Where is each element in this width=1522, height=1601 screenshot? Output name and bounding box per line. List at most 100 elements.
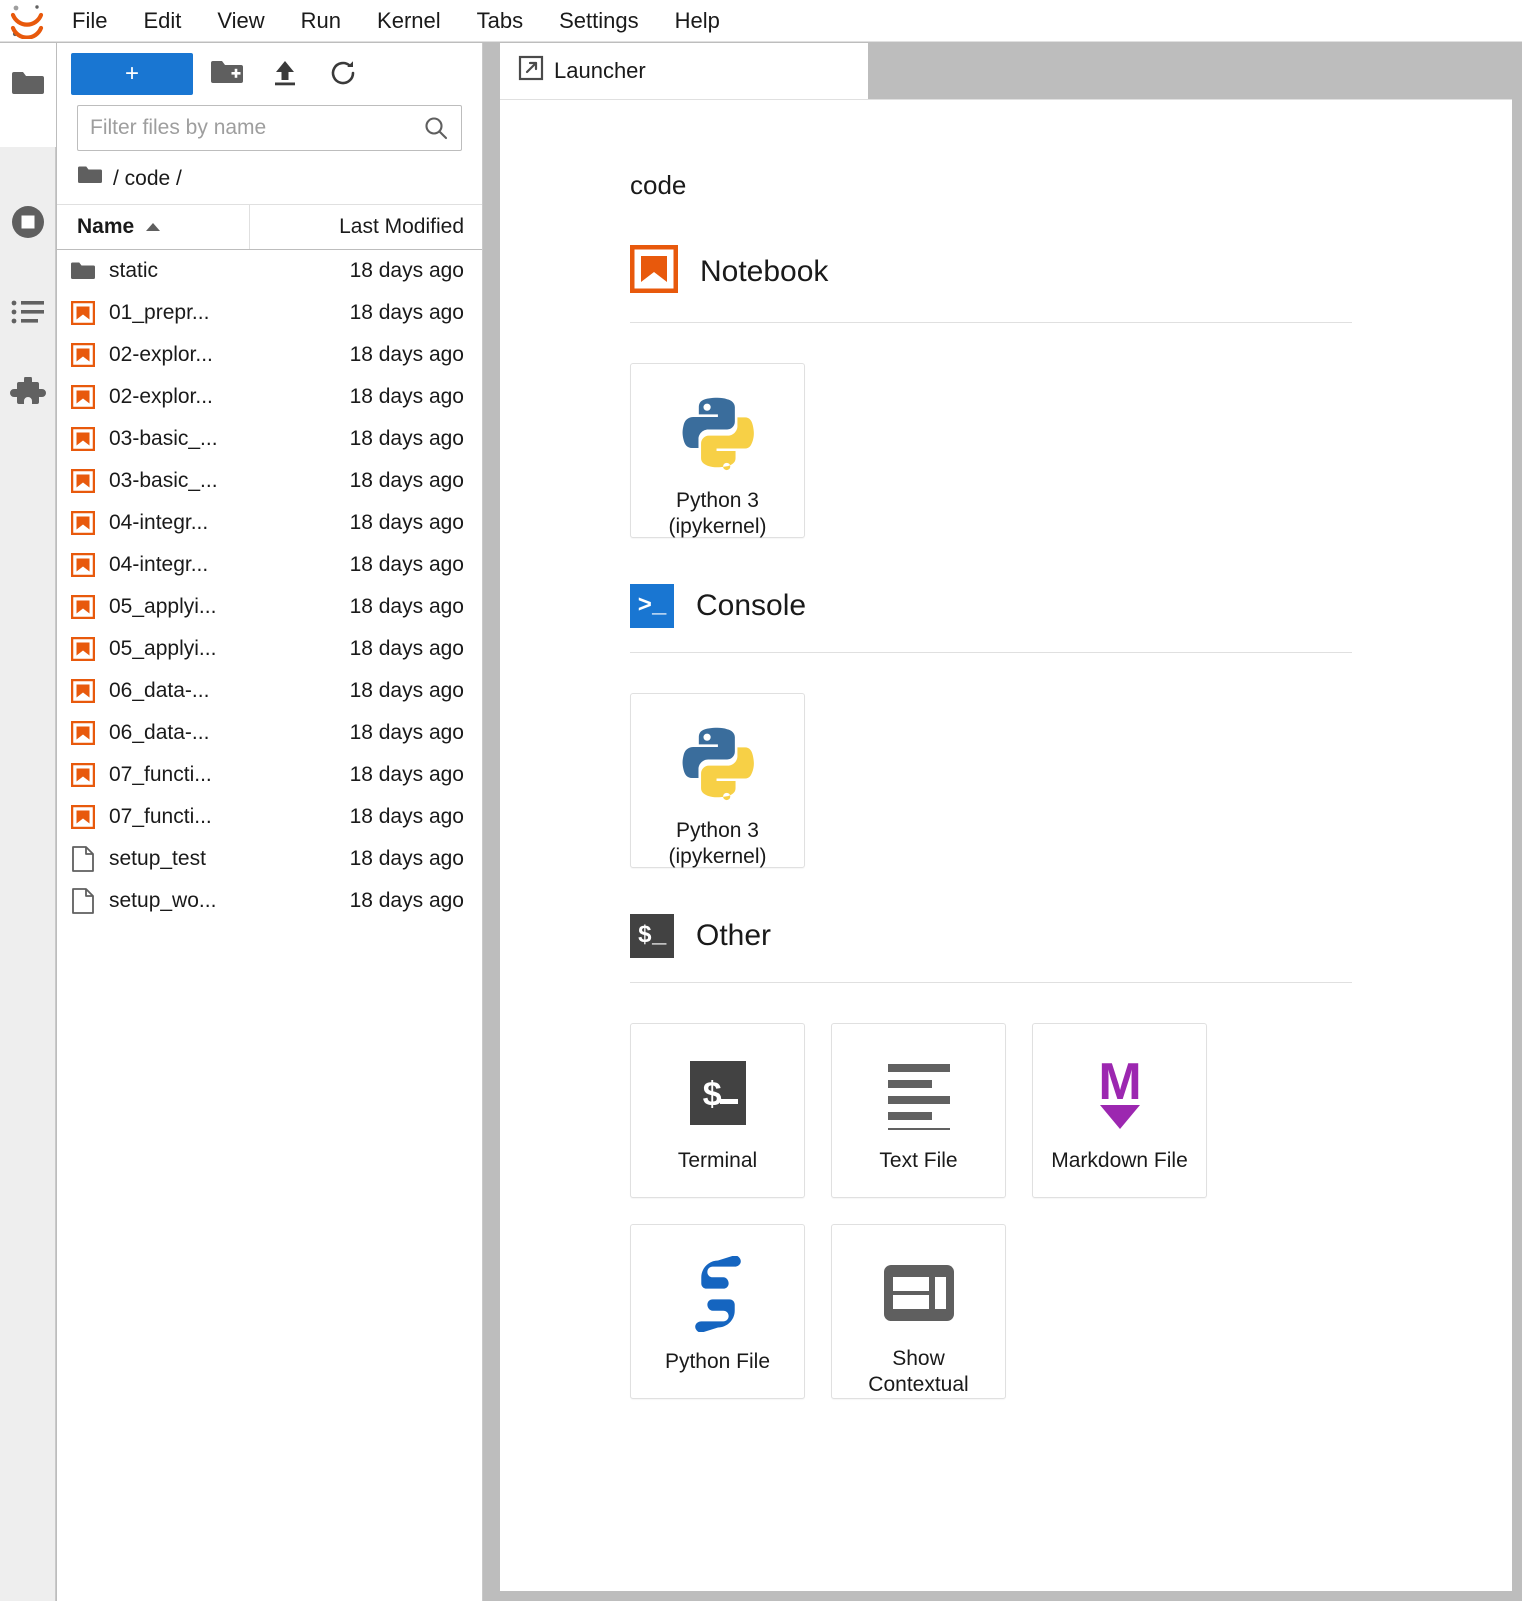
sidebar-item-running-terminals[interactable] bbox=[0, 193, 56, 255]
new-launcher-button[interactable]: + bbox=[71, 53, 193, 95]
folder-icon bbox=[77, 165, 103, 192]
menu-item-run[interactable]: Run bbox=[283, 4, 359, 38]
launcher-card-label: Text File bbox=[879, 1149, 958, 1172]
upload-files-button[interactable] bbox=[261, 53, 309, 95]
file-last-modified: 18 days ago bbox=[349, 553, 464, 576]
notebook-icon bbox=[57, 679, 109, 703]
notebook-icon bbox=[57, 805, 109, 829]
file-name: 03-basic_... bbox=[109, 469, 218, 492]
tab-launcher-label: Launcher bbox=[554, 58, 646, 83]
svg-text:M: M bbox=[1098, 1053, 1141, 1111]
launcher-panel: code Notebook Python 3 (ipykernel) >_ Co… bbox=[500, 99, 1512, 1591]
launcher-card-show-contextual[interactable]: Show Contextual bbox=[831, 1224, 1006, 1399]
file-last-modified: 18 days ago bbox=[349, 847, 464, 870]
markdown-icon: M bbox=[1082, 1050, 1158, 1136]
launcher-card-label: Python 3 (ipykernel) bbox=[668, 489, 767, 538]
menu-item-view[interactable]: View bbox=[199, 4, 282, 38]
file-name: 06_data-... bbox=[109, 679, 210, 702]
filter-row bbox=[57, 105, 482, 151]
launcher-card-markdown-file[interactable]: M Markdown File bbox=[1032, 1023, 1207, 1198]
search-input[interactable] bbox=[78, 116, 423, 140]
notebook-icon bbox=[57, 385, 109, 409]
file-list-item[interactable]: 06_data-... 18 days ago bbox=[57, 712, 482, 754]
file-list-item[interactable]: 02-explor... 18 days ago bbox=[57, 334, 482, 376]
menu-item-file[interactable]: File bbox=[54, 4, 125, 38]
file-list-item[interactable]: static 18 days ago bbox=[57, 250, 482, 292]
menu-item-kernel[interactable]: Kernel bbox=[359, 4, 459, 38]
file-last-modified: 18 days ago bbox=[349, 385, 464, 408]
launcher-card-label: Python File bbox=[664, 1350, 771, 1373]
console-card-grid: Python 3 (ipykernel) bbox=[630, 693, 1390, 868]
python-logo-icon bbox=[675, 720, 761, 806]
breadcrumb-path: / code / bbox=[113, 166, 182, 190]
file-name: 04-integr... bbox=[109, 553, 209, 576]
file-name: 06_data-... bbox=[109, 721, 210, 744]
file-list-item[interactable]: 06_data-... 18 days ago bbox=[57, 670, 482, 712]
menu-item-tabs[interactable]: Tabs bbox=[459, 4, 541, 38]
console-icon: >_ bbox=[630, 584, 674, 628]
file-list-item[interactable]: 01_prepr... 18 days ago bbox=[57, 292, 482, 334]
file-last-modified: 18 days ago bbox=[349, 427, 464, 450]
tab-bar-empty-space bbox=[868, 43, 1512, 99]
file-name: setup_test bbox=[109, 847, 206, 870]
launcher-card-label: Show Contextual bbox=[868, 1347, 969, 1396]
folder-icon bbox=[11, 70, 45, 103]
menu-item-settings[interactable]: Settings bbox=[541, 4, 657, 38]
notebook-card-grid: Python 3 (ipykernel) bbox=[630, 363, 1390, 538]
file-list-item[interactable]: setup_wo... 18 days ago bbox=[57, 880, 482, 922]
file-list-item[interactable]: 07_functi... 18 days ago bbox=[57, 796, 482, 838]
menu-bar: File Edit View Run Kernel Tabs Settings … bbox=[0, 0, 1522, 42]
notebook-icon bbox=[57, 343, 109, 367]
file-list-item[interactable]: 07_functi... 18 days ago bbox=[57, 754, 482, 796]
file-name: setup_wo... bbox=[109, 889, 217, 912]
file-name: static bbox=[109, 259, 159, 282]
file-list-item[interactable]: setup_test 18 days ago bbox=[57, 838, 482, 880]
menu-items: File Edit View Run Kernel Tabs Settings … bbox=[54, 4, 738, 38]
menu-item-help[interactable]: Help bbox=[657, 4, 738, 38]
file-list-item[interactable]: 03-basic_... 18 days ago bbox=[57, 460, 482, 502]
file-last-modified: 18 days ago bbox=[349, 511, 464, 534]
launcher-card-terminal[interactable]: $ Terminal bbox=[630, 1023, 805, 1198]
file-list-item[interactable]: 04-integr... 18 days ago bbox=[57, 502, 482, 544]
notebook-icon bbox=[57, 553, 109, 577]
contextual-help-icon bbox=[882, 1251, 956, 1334]
file-list-item[interactable]: 05_applyi... 18 days ago bbox=[57, 586, 482, 628]
file-list: static 18 days ago 01_prepr... 18 days ago 0… bbox=[57, 250, 482, 922]
file-icon bbox=[57, 846, 109, 872]
column-header-last-modified[interactable]: Last Modified bbox=[250, 215, 482, 239]
launcher-card-python3-notebook[interactable]: Python 3 (ipykernel) bbox=[630, 363, 805, 538]
search-input-wrapper[interactable] bbox=[77, 105, 462, 151]
file-list-item[interactable]: 02-explor... 18 days ago bbox=[57, 376, 482, 418]
file-name: 02-explor... bbox=[109, 385, 213, 408]
tab-launcher[interactable]: Launcher bbox=[500, 43, 868, 99]
file-last-modified: 18 days ago bbox=[349, 259, 464, 282]
list-icon bbox=[11, 297, 45, 332]
sidebar-item-file-browser[interactable] bbox=[0, 55, 56, 117]
notebook-icon bbox=[629, 244, 679, 298]
menu-item-edit[interactable]: Edit bbox=[125, 4, 199, 38]
launcher-card-text-file[interactable]: Text File bbox=[831, 1023, 1006, 1198]
launcher-card-python3-console[interactable]: Python 3 (ipykernel) bbox=[630, 693, 805, 868]
refresh-file-list-button[interactable] bbox=[319, 53, 367, 95]
folder-icon bbox=[57, 261, 109, 282]
notebook-icon bbox=[57, 511, 109, 535]
launcher-card-python-file[interactable]: Python File bbox=[630, 1224, 805, 1399]
sidebar-item-table-of-contents[interactable] bbox=[0, 283, 56, 345]
sidebar-item-extension-manager[interactable] bbox=[0, 365, 56, 427]
file-icon bbox=[57, 888, 109, 914]
breadcrumb[interactable]: / code / bbox=[57, 151, 482, 204]
jupyter-logo-icon[interactable] bbox=[0, 0, 54, 42]
file-name: 01_prepr... bbox=[109, 301, 210, 324]
launcher-cwd-label: code bbox=[630, 170, 687, 200]
file-list-item[interactable]: 04-integr... 18 days ago bbox=[57, 544, 482, 586]
main-dock-area: Launcher code Notebook Python 3 (ipykern… bbox=[500, 43, 1512, 1591]
new-folder-button[interactable] bbox=[203, 53, 251, 95]
column-header-name[interactable]: Name bbox=[57, 205, 250, 249]
file-list-item[interactable]: 03-basic_... 18 days ago bbox=[57, 418, 482, 460]
python-file-icon bbox=[680, 1251, 756, 1337]
search-icon bbox=[423, 115, 461, 141]
file-list-item[interactable]: 05_applyi... 18 days ago bbox=[57, 628, 482, 670]
notebook-icon bbox=[57, 721, 109, 745]
launcher-card-label: Markdown File bbox=[1051, 1149, 1188, 1172]
text-file-icon bbox=[882, 1050, 956, 1136]
